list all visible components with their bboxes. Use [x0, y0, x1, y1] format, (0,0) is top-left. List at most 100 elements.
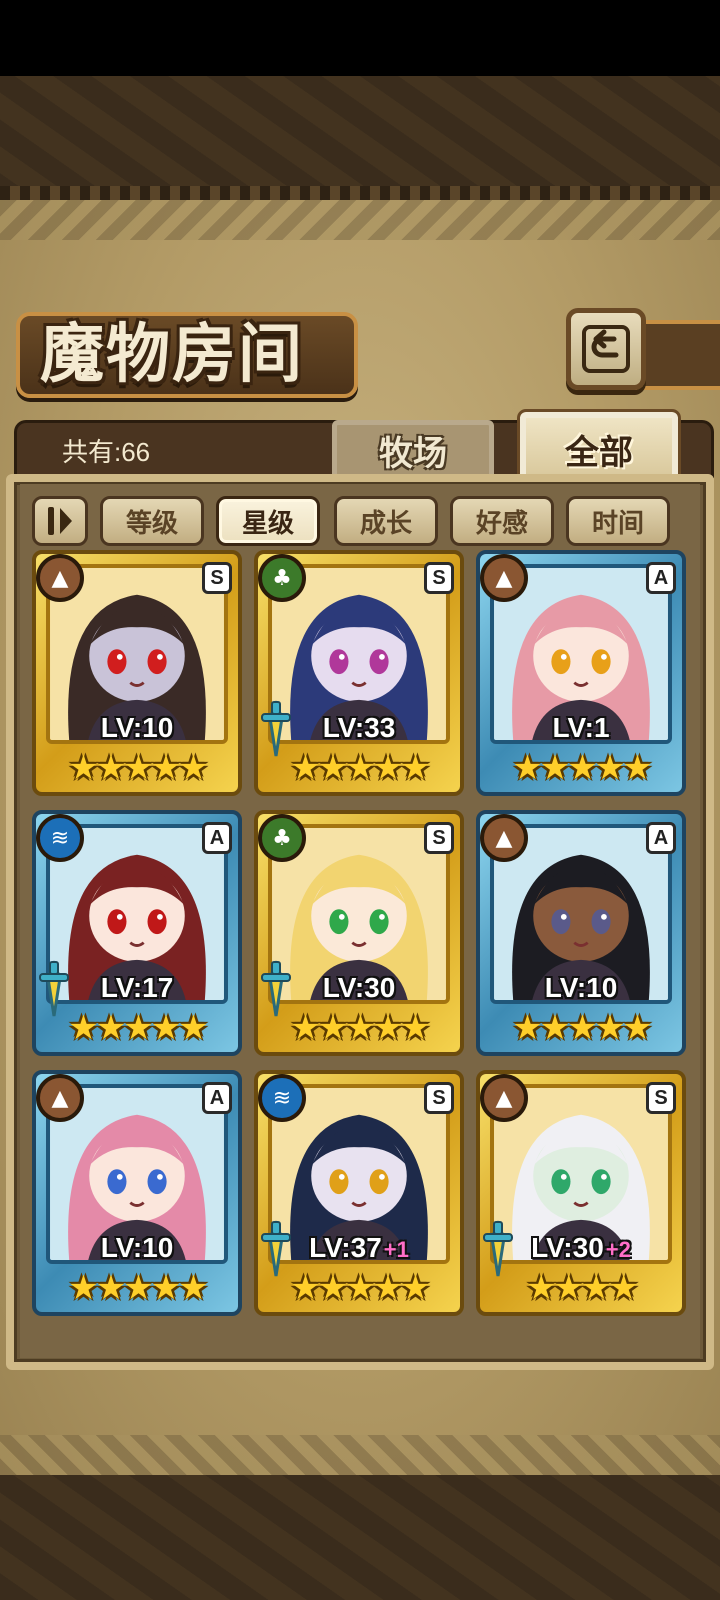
level-value: LV:10	[100, 712, 174, 743]
enhance-plus: +1	[383, 1237, 409, 1262]
star-icon: ★	[539, 1008, 571, 1048]
earth-element-icon: ▲	[36, 1074, 84, 1122]
sort-time-button[interactable]: 时间	[566, 496, 670, 546]
level-label: LV:17	[32, 972, 242, 1004]
back-button[interactable]	[566, 308, 646, 390]
level-label: LV:33	[254, 712, 464, 744]
level-value: LV:30	[322, 972, 396, 1003]
sort-level-button[interactable]: 等级	[100, 496, 204, 546]
sort-affection-button[interactable]: 好感	[450, 496, 554, 546]
monster-card[interactable]: ♣ S LV:33 ★★★★★	[254, 550, 464, 796]
star-icon: ★	[317, 1268, 349, 1308]
star-icon: ★	[123, 748, 154, 788]
star-icon: ★	[317, 748, 349, 788]
star-icon: ★	[178, 748, 209, 788]
monster-card[interactable]: ▲ A LV:10 ★★★★★	[476, 810, 686, 1056]
rank-badge: A	[646, 562, 676, 594]
star-icon: ★	[526, 1268, 557, 1308]
star-icon: ★	[68, 1268, 99, 1308]
wood-element-icon: ♣	[258, 554, 306, 602]
sort-growth-button[interactable]: 成长	[334, 496, 438, 546]
star-icon: ★	[372, 1268, 404, 1308]
star-icon: ★	[608, 1268, 639, 1308]
level-label: LV:10	[32, 1232, 242, 1264]
star-icon: ★	[123, 1008, 154, 1048]
level-label: LV:10	[476, 972, 686, 1004]
back-return-icon	[582, 325, 630, 373]
level-value: LV:30	[531, 1232, 604, 1263]
star-icon: ★	[68, 1008, 99, 1048]
page-title: 魔物房间	[40, 317, 304, 392]
earth-element-icon: ▲	[480, 1074, 528, 1122]
monster-card[interactable]: ▲ S LV:10 ★★★★★	[32, 550, 242, 796]
star-icon: ★	[553, 1268, 585, 1308]
sort-star-button[interactable]: 星级	[216, 496, 320, 546]
star-icon: ★	[95, 1268, 127, 1308]
level-value: LV:1	[552, 712, 610, 743]
wood-element-icon: ♣	[258, 814, 306, 862]
monster-count: 共有:66	[62, 437, 151, 467]
earth-element-icon: ▲	[480, 814, 528, 862]
star-rating: ★★★★	[476, 1270, 686, 1306]
monster-card[interactable]: ≋ A LV:17 ★★★★★	[32, 810, 242, 1056]
level-label: LV:30+2	[476, 1232, 686, 1264]
star-rating: ★★★★★	[476, 750, 686, 786]
level-value: LV:10	[100, 1232, 174, 1263]
sort-order-toggle[interactable]	[32, 496, 88, 546]
level-value: LV:37	[309, 1232, 382, 1263]
level-value: LV:17	[100, 972, 174, 1003]
monster-card[interactable]: ▲ A LV:10 ★★★★★	[32, 1070, 242, 1316]
star-icon: ★	[345, 1008, 376, 1048]
rank-badge: S	[424, 822, 454, 854]
star-icon: ★	[345, 1268, 376, 1308]
monster-card[interactable]: ≋ S LV:37+1 ★★★★★	[254, 1070, 464, 1316]
star-icon: ★	[512, 748, 543, 788]
star-rating: ★★★★★	[32, 1270, 242, 1306]
star-icon: ★	[539, 748, 571, 788]
rank-badge: A	[646, 822, 676, 854]
star-icon: ★	[68, 748, 99, 788]
star-icon: ★	[178, 1268, 209, 1308]
star-icon: ★	[622, 748, 653, 788]
water-element-icon: ≋	[258, 1074, 306, 1122]
star-icon: ★	[594, 1008, 626, 1048]
earth-element-icon: ▲	[36, 554, 84, 602]
star-icon: ★	[622, 1008, 653, 1048]
star-icon: ★	[317, 1008, 349, 1048]
water-element-icon: ≋	[36, 814, 84, 862]
star-icon: ★	[95, 748, 127, 788]
rank-badge: S	[202, 562, 232, 594]
star-icon: ★	[400, 1008, 431, 1048]
map-background-bottom	[0, 1475, 720, 1600]
status-bar	[0, 0, 720, 76]
star-icon: ★	[594, 748, 626, 788]
star-rating: ★★★★★	[476, 1010, 686, 1046]
star-icon: ★	[372, 1008, 404, 1048]
star-rating: ★★★★★	[254, 1010, 464, 1046]
star-icon: ★	[150, 1008, 182, 1048]
monster-card[interactable]: ♣ S LV:30 ★★★★★	[254, 810, 464, 1056]
monster-card[interactable]: ▲ S LV:30+2 ★★★★	[476, 1070, 686, 1316]
level-value: LV:33	[322, 712, 396, 743]
star-icon: ★	[512, 1008, 543, 1048]
tab-ranch[interactable]: 牧场	[332, 420, 494, 480]
rank-badge: A	[202, 822, 232, 854]
level-label: LV:30	[254, 972, 464, 1004]
star-icon: ★	[95, 1008, 127, 1048]
star-icon: ★	[567, 748, 598, 788]
rank-badge: S	[424, 1082, 454, 1114]
star-rating: ★★★★★	[254, 750, 464, 786]
monster-card[interactable]: ▲ A LV:1 ★★★★★	[476, 550, 686, 796]
sort-order-icon	[48, 507, 54, 535]
star-rating: ★★★★★	[32, 750, 242, 786]
level-label: LV:10	[32, 712, 242, 744]
star-icon: ★	[290, 1008, 321, 1048]
level-label: LV:1	[476, 712, 686, 744]
star-icon: ★	[372, 748, 404, 788]
star-icon: ★	[150, 1268, 182, 1308]
star-icon: ★	[290, 748, 321, 788]
earth-element-icon: ▲	[480, 554, 528, 602]
star-icon: ★	[400, 748, 431, 788]
enhance-plus: +2	[605, 1237, 631, 1262]
rank-badge: S	[424, 562, 454, 594]
